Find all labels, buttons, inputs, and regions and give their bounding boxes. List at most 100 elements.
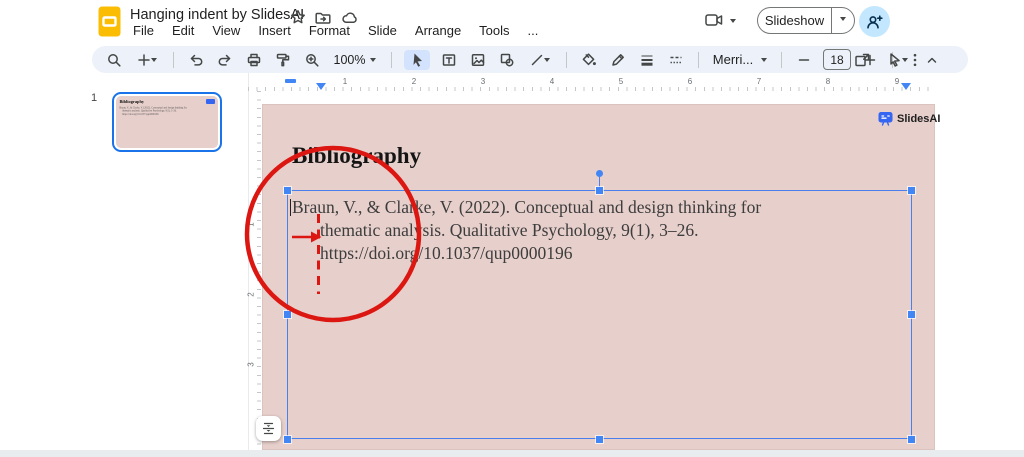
menu-tools[interactable]: Tools (477, 23, 511, 38)
menu-arrange[interactable]: Arrange (413, 23, 463, 38)
bottom-strip (0, 450, 1024, 457)
citation-line-3[interactable]: https://doi.org/10.1037/qup0000196 (320, 243, 572, 264)
join-call-button[interactable] (704, 11, 736, 29)
paint-roller-icon (275, 52, 291, 68)
right-indent-marker[interactable] (901, 83, 911, 95)
menu-slide[interactable]: Slide (366, 23, 399, 38)
slide-title[interactable]: Bibliography (292, 143, 421, 169)
font-family-value: Merri... (713, 52, 753, 67)
ruler-number: 2 (247, 292, 256, 296)
menu-edit[interactable]: Edit (170, 23, 196, 38)
chevron-down-icon (730, 19, 736, 26)
menu-view[interactable]: View (210, 23, 242, 38)
menu-file[interactable]: File (131, 23, 156, 38)
resize-handle-middle-right[interactable] (908, 311, 915, 318)
chevron-down-icon (902, 58, 908, 65)
redo-button[interactable] (215, 50, 235, 70)
zoom-button[interactable] (302, 50, 322, 70)
slidesai-icon (878, 111, 893, 126)
text-box-button[interactable] (439, 50, 459, 70)
border-color-button[interactable] (608, 50, 628, 70)
text-box-icon (441, 52, 457, 68)
background-image-button[interactable] (852, 50, 872, 70)
slideshow-label: Slideshow (765, 13, 824, 28)
image-arrow-icon (854, 52, 871, 68)
redo-icon (217, 52, 233, 68)
slide-thumbnail[interactable]: Bibliography Braun, V., & Clarke, V. (20… (112, 92, 222, 152)
chevron-down-icon (761, 58, 767, 65)
vertical-ruler: 1 2 3 (248, 91, 261, 450)
menu-overflow[interactable]: ... (526, 23, 541, 38)
select-tool-button[interactable] (404, 50, 430, 70)
slidesai-badge-label: SlidesAI (897, 113, 940, 125)
zoom-level-dropdown[interactable]: 100% (331, 50, 379, 70)
toolbar-divider (173, 52, 174, 68)
pencil-icon (610, 52, 626, 68)
cursor-icon (410, 52, 425, 67)
fill-color-button[interactable] (579, 50, 599, 70)
resize-handle-bottom-left[interactable] (284, 436, 291, 443)
resize-handle-bottom-middle[interactable] (596, 436, 603, 443)
image-icon (470, 52, 486, 68)
person-add-icon (866, 14, 883, 30)
zoom-in-icon (304, 52, 320, 68)
pointer-options-button[interactable] (882, 50, 912, 70)
print-button[interactable] (244, 50, 264, 70)
chevron-down-icon (544, 58, 550, 65)
border-weight-button[interactable] (637, 50, 657, 70)
thumbnail-body-line: https://doi.org/10.1037/qup0000196 (122, 113, 218, 116)
autofit-button[interactable] (256, 416, 281, 441)
video-camera-icon (704, 11, 725, 29)
resize-handle-bottom-right[interactable] (908, 436, 915, 443)
ruler-number: 3 (247, 362, 256, 366)
insert-line-button[interactable] (526, 50, 554, 70)
font-size-field[interactable]: 18 (823, 49, 851, 70)
resize-handle-middle-left[interactable] (284, 311, 291, 318)
search-icon (106, 52, 122, 68)
border-dash-icon (668, 52, 684, 68)
ruler-number: 1 (247, 222, 256, 226)
resize-handle-top-right[interactable] (908, 187, 915, 194)
ruler-number: 1 (343, 77, 347, 86)
minus-icon (797, 53, 811, 67)
citation-line-2[interactable]: thematic analysis. Qualitative Psycholog… (320, 220, 698, 241)
search-menus-button[interactable] (104, 50, 124, 70)
insert-shape-button[interactable] (497, 50, 517, 70)
toolbar-divider (698, 52, 699, 68)
paint-format-button[interactable] (273, 50, 293, 70)
resize-handle-top-middle[interactable] (596, 187, 603, 194)
thumbnail-title: Bibliography (119, 99, 218, 104)
left-indent-marker[interactable] (316, 83, 326, 95)
horizontal-ruler: 1 2 3 4 5 6 7 8 9 (248, 78, 936, 91)
border-dash-button[interactable] (666, 50, 686, 70)
slides-logo[interactable] (98, 6, 121, 37)
autofit-text-icon (261, 421, 276, 436)
ruler-number: 5 (619, 77, 623, 86)
laser-pointer-icon (887, 52, 902, 67)
insert-button[interactable] (133, 50, 161, 70)
citation-line-1[interactable]: Braun, V., & Clarke, V. (2022). Conceptu… (292, 197, 761, 218)
undo-button[interactable] (186, 50, 206, 70)
slidesai-badge: SlidesAI (878, 111, 940, 126)
slideshow-options-button[interactable] (832, 8, 854, 33)
slideshow-split-button: Slideshow (757, 7, 855, 34)
ruler-number: 4 (550, 77, 554, 86)
plus-icon (137, 53, 151, 67)
insert-image-button[interactable] (468, 50, 488, 70)
font-family-dropdown[interactable]: Merri... (711, 50, 769, 70)
doc-title[interactable]: Hanging indent by SlidesAI (130, 7, 304, 23)
toolbar-divider (566, 52, 567, 68)
decrease-font-size-button[interactable] (794, 50, 814, 70)
share-button[interactable] (859, 6, 890, 37)
menu-format[interactable]: Format (307, 23, 352, 38)
slideshow-button[interactable]: Slideshow (758, 8, 831, 33)
chevron-down-icon (840, 17, 846, 24)
google-slides-window: { "header": { "doc_title": "Hanging inde… (0, 0, 1024, 457)
first-line-indent-marker[interactable] (285, 79, 296, 83)
menu-insert[interactable]: Insert (256, 23, 293, 38)
resize-handle-top-left[interactable] (284, 187, 291, 194)
rotation-handle[interactable] (596, 170, 603, 177)
slide-number: 1 (91, 92, 97, 104)
hide-menus-button[interactable] (922, 50, 942, 70)
font-size-value: 18 (830, 53, 843, 67)
